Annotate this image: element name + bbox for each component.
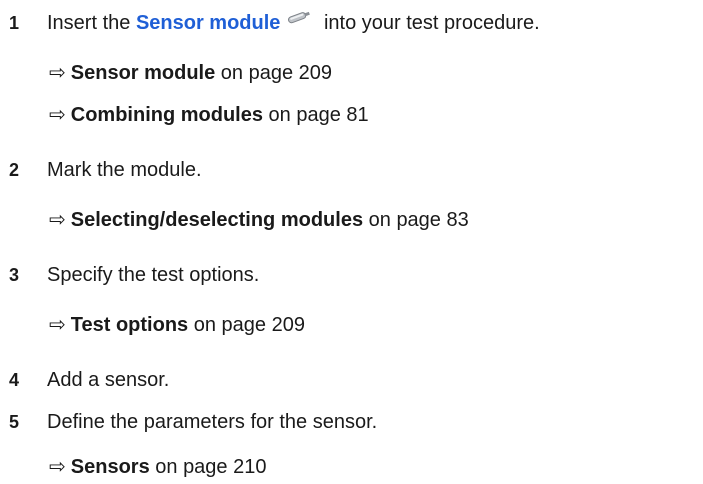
- step-number: 3: [9, 265, 20, 285]
- step-number: 5: [9, 412, 20, 432]
- reference-page: on page 83: [363, 209, 469, 231]
- reference-title: Selecting/deselecting modules: [70, 209, 364, 231]
- step-text-after: into your test procedure.: [318, 12, 540, 34]
- reference-link[interactable]: ⇨ Test options on page 209: [49, 313, 305, 337]
- step-number: 4: [9, 370, 20, 390]
- reference-link[interactable]: ⇨ Sensors on page 210: [49, 455, 266, 479]
- step-text: Insert the Sensor module into your test …: [47, 11, 540, 36]
- reference-link[interactable]: ⇨ Sensor module on page 209: [49, 61, 332, 85]
- step-number: 1: [9, 13, 20, 33]
- sensor-module-link[interactable]: Sensor module: [136, 12, 280, 34]
- arrow-right-icon: ⇨: [49, 209, 66, 231]
- arrow-right-icon: ⇨: [49, 314, 66, 336]
- reference-title: Combining modules: [70, 104, 263, 126]
- reference-link[interactable]: ⇨ Selecting/deselecting modules on page 8…: [49, 208, 469, 232]
- arrow-right-icon: ⇨: [49, 456, 66, 478]
- arrow-right-icon: ⇨: [49, 62, 66, 84]
- reference-title: Sensor module: [70, 62, 216, 84]
- reference-page: on page 209: [215, 62, 333, 84]
- reference-title: Sensors: [70, 456, 150, 478]
- reference-link[interactable]: ⇨ Combining modules on page 81: [49, 103, 369, 127]
- document-page: 1 Insert the Sensor module into your tes…: [0, 0, 703, 484]
- reference-title: Test options: [70, 314, 189, 336]
- reference-page: on page 209: [188, 314, 305, 336]
- step-number: 2: [9, 160, 20, 180]
- step-text: Define the parameters for the sensor.: [47, 411, 378, 433]
- arrow-right-icon: ⇨: [49, 104, 66, 126]
- step-text: Specify the test options.: [47, 264, 260, 286]
- sensor-icon: [286, 6, 312, 30]
- step-text: Add a sensor.: [47, 369, 170, 391]
- step-text-before: Insert the: [47, 12, 136, 34]
- step-text: Mark the module.: [47, 159, 202, 181]
- reference-page: on page 210: [149, 456, 267, 478]
- reference-page: on page 81: [262, 104, 369, 126]
